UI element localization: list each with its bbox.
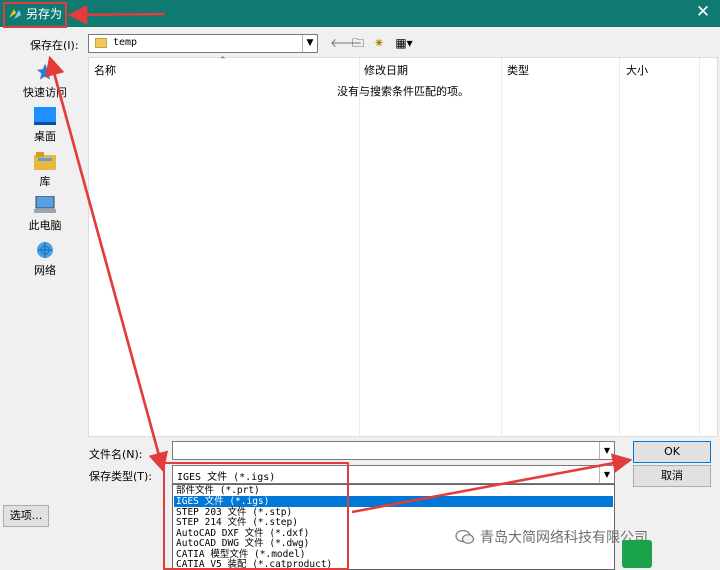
computer-icon [34,196,56,213]
chevron-down-icon[interactable]: ▼ [599,466,614,483]
place-label: 桌面 [34,130,56,143]
places-bar: 快速访问 桌面 库 此电脑 网络 [0,57,88,282]
file-list[interactable]: ⌃ 名称 修改日期 类型 大小 没有与搜索条件匹配的项。 [88,56,718,438]
filename-input[interactable]: ▼ [172,441,615,460]
green-badge [622,540,652,568]
star-icon [36,63,54,80]
annotation-box-title [3,2,67,28]
column-divider [699,58,700,438]
options-button[interactable]: 选项... [3,505,49,527]
title-bar: 另存为 ✕ [0,0,720,27]
column-divider [359,58,360,438]
column-header-name[interactable]: 名称 [94,62,116,78]
chevron-down-icon[interactable]: ▼ [302,35,317,52]
up-folder-button[interactable]: 🗀 [349,34,367,53]
location-value: temp [113,37,138,48]
place-this-pc[interactable]: 此电脑 [10,196,80,233]
column-header-type[interactable]: 类型 [507,62,529,78]
place-label: 库 [39,175,51,188]
chevron-down-icon[interactable]: ▼ [599,442,614,459]
place-library[interactable]: 库 [10,152,80,189]
column-header-size[interactable]: 大小 [626,62,648,78]
place-label: 此电脑 [28,219,62,232]
network-icon [37,242,53,258]
close-button[interactable]: ✕ [690,1,716,25]
filename-label: 文件名(N): [89,448,143,461]
wechat-icon [455,530,475,544]
new-folder-button[interactable]: ✷ [370,34,388,53]
view-menu-button[interactable]: ▦▾ [391,34,417,53]
filetype-label: 保存类型(T): [89,470,153,483]
empty-message: 没有与搜索条件匹配的项。 [337,85,469,98]
cancel-button[interactable]: 取消 [633,465,711,487]
ok-button[interactable]: OK [633,441,711,463]
place-desktop[interactable]: 桌面 [10,107,80,144]
folder-icon [95,38,107,48]
column-divider [501,58,502,438]
library-icon [34,152,56,170]
annotation-box-filetype [163,462,349,570]
save-in-label: 保存在(I): [30,39,79,52]
back-button[interactable]: 🡐 [330,34,362,53]
place-label: 快速访问 [23,86,67,99]
sort-ascending-icon: ⌃ [219,56,227,66]
desktop-icon [34,107,56,125]
column-divider [619,58,620,438]
place-network[interactable]: 网络 [10,241,80,278]
location-dropdown[interactable]: temp ▼ [88,34,318,53]
place-quick-access[interactable]: 快速访问 [10,63,80,100]
column-header-modified[interactable]: 修改日期 [364,62,408,78]
place-label: 网络 [34,264,56,277]
